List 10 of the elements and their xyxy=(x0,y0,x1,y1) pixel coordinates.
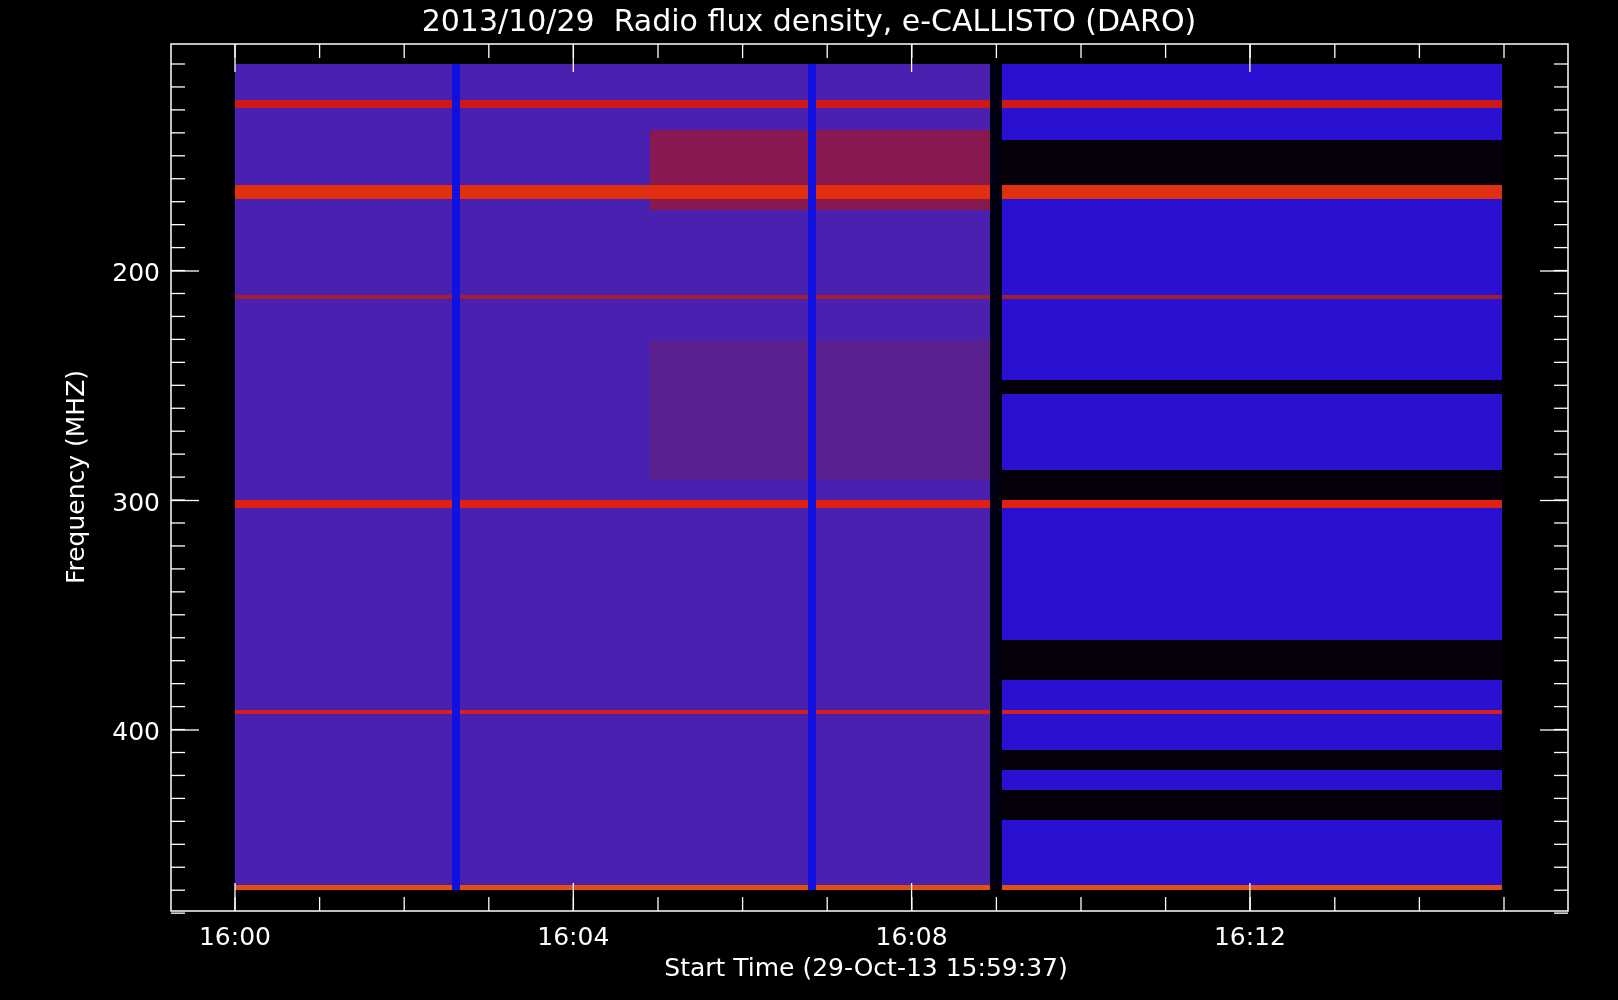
axis-tick-label: 300 xyxy=(112,487,160,517)
axis-tick-label: 400 xyxy=(112,717,160,746)
axis-tick-label: 16:12 xyxy=(1213,922,1286,951)
chart-title: 2013/10/29 Radio flux density, e-CALLISTO (DARO) xyxy=(421,3,1197,38)
axis-tick-label: 16:08 xyxy=(875,922,948,951)
x-axis-label: Start Time (29-Oct-13 15:59:37) xyxy=(664,953,1068,982)
axis-tick-label: 200 xyxy=(112,258,160,287)
y-axis-label: Frequency (MHZ) xyxy=(61,369,90,585)
axis-tick-label: 16:04 xyxy=(537,922,610,951)
axis-tick-label: 16:00 xyxy=(199,922,271,951)
